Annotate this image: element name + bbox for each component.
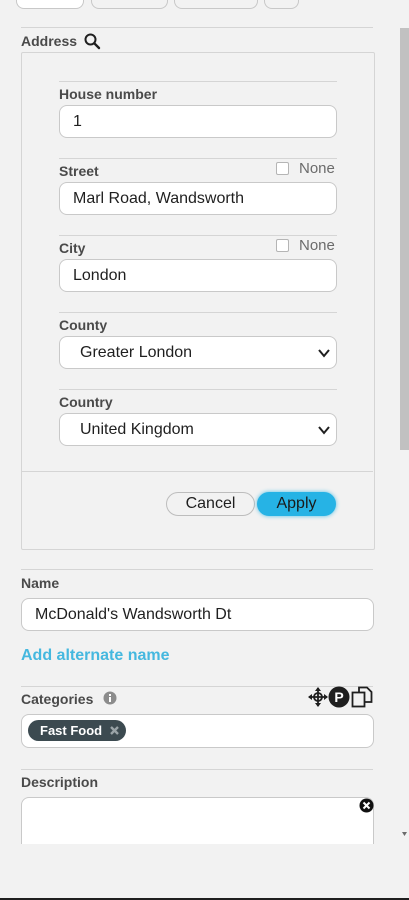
name-label: Name	[21, 575, 60, 591]
svg-text:P: P	[334, 689, 343, 705]
county-select[interactable]: Greater London	[59, 336, 337, 369]
search-icon[interactable]	[84, 33, 101, 50]
tab-2[interactable]	[91, 0, 168, 9]
divider	[21, 769, 373, 770]
street-none-checkbox[interactable]	[276, 162, 289, 175]
clear-icon[interactable]	[359, 798, 374, 813]
divider	[21, 569, 373, 570]
country-label: Country	[59, 394, 113, 410]
county-select-value: Greater London	[80, 344, 193, 361]
divider	[59, 235, 337, 236]
city-none-label: None	[299, 237, 335, 254]
country-select[interactable]: United Kingdom	[59, 413, 337, 446]
divider	[59, 389, 337, 390]
divider	[59, 158, 337, 159]
street-label: Street	[59, 163, 99, 179]
cancel-button[interactable]: Cancel	[166, 492, 255, 516]
street-none-label: None	[299, 160, 335, 177]
scroll-down-arrow-icon[interactable]	[400, 828, 409, 840]
remove-chip-icon[interactable]	[109, 725, 120, 736]
house-number-label: House number	[59, 86, 158, 102]
divider	[21, 27, 373, 28]
city-label: City	[59, 240, 86, 256]
add-alternate-name-link[interactable]: Add alternate name	[21, 647, 169, 665]
divider	[59, 312, 337, 313]
divider	[59, 81, 337, 82]
divider	[22, 471, 373, 472]
chevron-down-icon	[318, 349, 330, 358]
info-icon[interactable]	[103, 691, 117, 705]
name-input[interactable]: McDonald's Wandsworth Dt	[21, 598, 374, 631]
chevron-down-icon	[318, 426, 330, 435]
house-number-input[interactable]: 1	[59, 105, 337, 138]
address-label: Address	[21, 33, 78, 49]
street-input[interactable]: Marl Road, Wandsworth	[59, 182, 337, 215]
categories-label: Categories	[21, 691, 94, 707]
country-select-value: United Kingdom	[80, 421, 194, 438]
category-chip: Fast Food	[28, 720, 127, 741]
tab-4[interactable]	[264, 0, 299, 9]
city-input[interactable]: London	[59, 259, 337, 292]
apply-button[interactable]: Apply	[257, 492, 336, 516]
county-label: County	[59, 317, 108, 333]
scrollbar-thumb[interactable]	[400, 28, 409, 450]
tab-1[interactable]	[16, 0, 84, 9]
tab-3[interactable]	[174, 0, 258, 9]
city-none-checkbox[interactable]	[276, 239, 289, 252]
description-label: Description	[21, 774, 99, 790]
parking-icon[interactable]: P	[328, 686, 350, 708]
category-chip-label: Fast Food	[40, 723, 103, 738]
copy-icon[interactable]	[351, 686, 373, 708]
move-icon[interactable]	[308, 687, 328, 707]
description-mask	[0, 844, 409, 898]
